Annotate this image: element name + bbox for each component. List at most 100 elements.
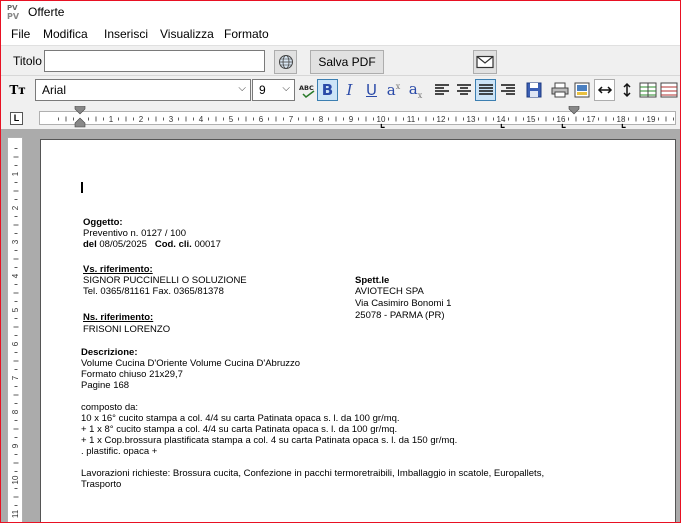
oggetto-label: Oggetto:: [83, 217, 123, 228]
ruler-number: 5: [11, 307, 20, 312]
vertical-ruler-ticks: 1 2 3 4 5 6 7 8 9 10 11: [11, 148, 20, 518]
horizontal-ruler[interactable]: 1 2 3 4 5 6 7 8 9 10 11 12 13 14 15 16 17 18 19: [39, 111, 676, 125]
align-right-icon: [500, 84, 515, 95]
composition-line-3: + 1 x Cop.brossura plastificata stampa a…: [81, 435, 458, 446]
envelope-icon: [476, 55, 494, 69]
ruler-number: 17: [587, 115, 596, 124]
ruler-number: 7: [11, 375, 20, 380]
align-left-icon: [434, 84, 449, 95]
ruler-number: 6: [259, 115, 264, 124]
font-family-select[interactable]: Arial ⌵: [35, 79, 251, 101]
descrizione-line-3: Pagine 168: [81, 380, 130, 391]
align-justify-button[interactable]: [475, 79, 496, 101]
underline-icon: U: [366, 81, 377, 99]
ruler-number: 13: [467, 115, 476, 124]
application-window: PV PV Offerte File Modifica Inserisci Vi…: [0, 0, 681, 523]
ruler-number: 9: [11, 443, 20, 448]
title-input[interactable]: [44, 50, 265, 72]
ruler-number: 10: [11, 475, 20, 484]
vs-riferimento-name: SIGNOR PUCCINELLI O SOLUZIONE: [83, 275, 247, 286]
font-icon-button[interactable]: Tт: [7, 79, 28, 101]
font-size-select[interactable]: 9 ⌵: [252, 79, 295, 101]
ruler-number: 11: [11, 509, 20, 518]
menu-visualizza[interactable]: Visualizza: [160, 27, 214, 41]
save-button[interactable]: [523, 79, 544, 101]
composition-line-4: . plastific. opaca +: [81, 446, 158, 457]
ruler-number: 9: [349, 115, 354, 124]
floppy-disk-icon: [526, 82, 541, 98]
align-justify-icon: [478, 84, 493, 95]
superscript-button[interactable]: ax: [383, 79, 404, 101]
ruler-number: 3: [169, 115, 174, 124]
lavorazioni-line-1: Lavorazioni richieste: Brossura cucita, …: [81, 468, 545, 479]
svg-text:ABC: ABC: [299, 84, 314, 92]
recipient-name: AVIOTECH SPA: [355, 286, 424, 297]
page-width-button[interactable]: [594, 79, 615, 101]
align-center-button[interactable]: [453, 79, 474, 101]
ns-riferimento-name: FRISONI LORENZO: [83, 324, 171, 335]
descrizione-line-2: Formato chiuso 21x29,7: [81, 369, 183, 380]
italic-button[interactable]: I: [339, 79, 360, 101]
horizontal-arrows-icon: [597, 86, 612, 94]
print-button[interactable]: [549, 79, 570, 101]
ruler-number: 5: [229, 115, 234, 124]
font-size-value: 9: [259, 83, 266, 97]
lavorazioni-line-2: Trasporto: [81, 479, 122, 490]
descrizione-label: Descrizione:: [81, 347, 138, 358]
svg-text:PV: PV: [7, 12, 20, 21]
menu-inserisci[interactable]: Inserisci: [104, 27, 148, 41]
globe-button[interactable]: [274, 50, 297, 74]
vertical-ruler[interactable]: 1 2 3 4 5 6 7 8 9 10 11: [7, 137, 23, 522]
title-toolbar: Titolo Salva PDF: [1, 45, 680, 75]
ruler-number: 2: [11, 205, 20, 210]
recipient-address-2: 25078 - PARMA (PR): [355, 310, 445, 321]
font-family-value: Arial: [42, 83, 67, 97]
spett-label: Spett.le: [355, 275, 390, 286]
composition-line-2: + 1 x 8° cucito stampa a col. 4/4 su car…: [81, 424, 398, 435]
horizontal-ruler-ticks: 1 2 3 4 5 6 7 8 9 10 11 12 13 14 15 16 17 18 19: [58, 115, 674, 124]
email-button[interactable]: [473, 50, 497, 74]
app-icon: PV PV: [6, 3, 22, 21]
underline-button[interactable]: U: [361, 79, 382, 101]
window-title: Offerte: [28, 5, 65, 19]
menu-file[interactable]: File: [11, 27, 30, 41]
bold-button[interactable]: B: [317, 79, 338, 101]
ruler-number: 3: [11, 239, 20, 244]
ruler-number: 11: [407, 115, 416, 124]
ruler-number: 19: [647, 115, 656, 124]
align-right-button[interactable]: [497, 79, 518, 101]
page-height-button[interactable]: [616, 79, 637, 101]
ruler-number: 6: [11, 341, 20, 346]
align-center-icon: [456, 84, 471, 95]
ruler-bar: L 1 2 3 4 5 6 7 8 9 10 11 12 13 14 15 16 17 18 19 ⌞ ⌞ ⌞ ⌞: [1, 104, 680, 130]
composto-label: composto da:: [81, 402, 139, 413]
globe-icon: [278, 55, 293, 69]
menu-formato[interactable]: Formato: [224, 27, 269, 41]
document-page[interactable]: Oggetto: Preventivo n. 0127 / 100 del 08…: [40, 139, 676, 522]
right-indent-marker[interactable]: [568, 106, 580, 116]
title-label: Titolo: [13, 54, 42, 68]
ruler-number: 8: [11, 409, 20, 414]
menu-modifica[interactable]: Modifica: [43, 27, 88, 41]
print-preview-icon: [574, 82, 589, 98]
spellcheck-button[interactable]: ABC: [297, 79, 318, 101]
print-preview-button[interactable]: [571, 79, 592, 101]
menu-bar: File Modifica Inserisci Visualizza Forma…: [1, 23, 680, 45]
title-bar: PV PV Offerte: [1, 1, 680, 23]
spellcheck-icon: ABC: [299, 84, 314, 98]
indent-marker[interactable]: [74, 106, 86, 130]
align-left-button[interactable]: [431, 79, 452, 101]
subscript-button[interactable]: ax: [405, 79, 426, 101]
printer-icon: [551, 82, 568, 98]
table-properties-button[interactable]: [658, 79, 679, 101]
vertical-arrows-icon: [622, 82, 631, 98]
save-pdf-button[interactable]: Salva PDF: [310, 50, 384, 74]
ruler-number: 15: [527, 115, 536, 124]
insert-table-button[interactable]: [637, 79, 658, 101]
table-icon: [639, 82, 656, 98]
ruler-number: 2: [139, 115, 144, 124]
vs-riferimento-label: Vs. riferimento:: [83, 264, 153, 275]
svg-text:PV: PV: [7, 4, 18, 12]
tab-stop-selector[interactable]: L: [10, 112, 23, 125]
font-type-icon: Tт: [9, 83, 26, 97]
